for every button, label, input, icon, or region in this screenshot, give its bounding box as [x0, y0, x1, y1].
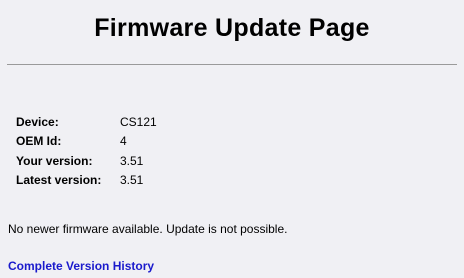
oem-id-row: OEM Id: 4	[16, 132, 157, 152]
latest-version-label: Latest version:	[16, 173, 102, 188]
your-version-label: Your version:	[16, 153, 93, 168]
page-title: Firmware Update Page	[94, 14, 370, 42]
complete-version-history-link[interactable]: Complete Version History	[8, 259, 154, 273]
latest-version-row: Latest version: 3.51	[16, 171, 157, 191]
device-label: Device:	[16, 114, 59, 129]
device-info-table: Device: CS121 OEM Id: 4 Your version: 3.…	[16, 112, 157, 190]
latest-version-value: 3.51	[120, 173, 144, 188]
oem-id-label: OEM Id:	[16, 134, 62, 149]
header-divider	[7, 64, 457, 65]
device-row: Device: CS121	[16, 112, 157, 132]
update-status-message: No newer firmware available. Update is n…	[8, 222, 288, 236]
oem-id-value: 4	[120, 134, 127, 149]
device-value: CS121	[120, 114, 157, 129]
your-version-row: Your version: 3.51	[16, 151, 157, 171]
your-version-value: 3.51	[120, 153, 144, 168]
